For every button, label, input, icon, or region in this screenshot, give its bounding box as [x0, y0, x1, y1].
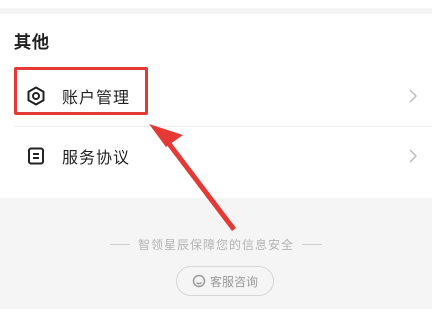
right-dash: [302, 243, 322, 245]
chevron-right-icon: [409, 149, 418, 163]
security-text: 智领星辰保障您的信息安全: [137, 237, 294, 252]
chevron-right-icon: [409, 89, 418, 103]
customer-service-label: 客服咨询: [209, 274, 258, 289]
customer-service-button[interactable]: 客服咨询: [176, 266, 274, 296]
menu-item-label: 服务协议: [62, 148, 131, 167]
document-icon: [28, 147, 44, 165]
menu-item-service-agreement[interactable]: 服务协议: [0, 126, 432, 186]
left-dash: [109, 243, 130, 245]
section-title: 其他: [14, 33, 50, 53]
annotation-highlight-box: [14, 67, 148, 115]
customer-service-icon: [192, 274, 206, 288]
security-notice: 智领星辰保障您的信息安全: [0, 234, 432, 254]
top-strip: [0, 0, 432, 8]
